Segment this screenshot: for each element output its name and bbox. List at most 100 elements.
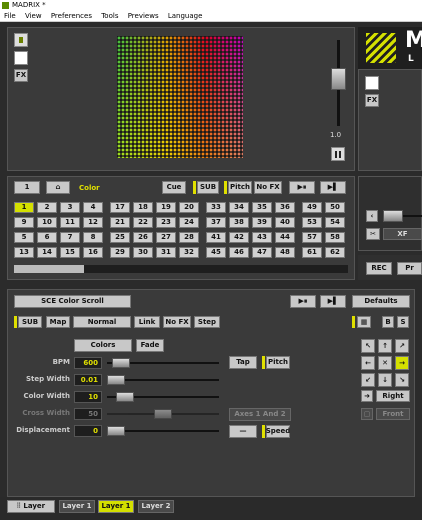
direction-up-right-icon[interactable]: ↗ — [395, 339, 409, 353]
storage-place-48[interactable]: 48 — [275, 247, 295, 258]
storage-place-22[interactable]: 22 — [133, 217, 153, 228]
defaults-button[interactable]: Defaults — [352, 295, 410, 308]
storage-place-16[interactable]: 16 — [83, 247, 103, 258]
storage-place-44[interactable]: 44 — [275, 232, 295, 243]
storage-place-40[interactable]: 40 — [275, 217, 295, 228]
storage-place-42[interactable]: 42 — [229, 232, 249, 243]
storage-place-12[interactable]: 12 — [83, 217, 103, 228]
pitch-button[interactable]: Pitch — [228, 181, 252, 194]
storage-place-53[interactable]: 53 — [302, 217, 322, 228]
storage-place-8[interactable]: 8 — [83, 232, 103, 243]
storage-place-62[interactable]: 62 — [325, 247, 345, 258]
storage-place-2[interactable]: 2 — [37, 202, 57, 213]
direction-down-right-icon[interactable]: ↘ — [395, 373, 409, 387]
storage-place-17[interactable]: 17 — [110, 202, 130, 213]
storage-place-39[interactable]: 39 — [252, 217, 272, 228]
storage-place-50[interactable]: 50 — [325, 202, 345, 213]
effect-play-icon[interactable]: ▶⏸ — [290, 295, 316, 308]
storage-place-45[interactable]: 45 — [206, 247, 226, 258]
storage-place-33[interactable]: 33 — [206, 202, 226, 213]
param-value-input[interactable]: 0.01 — [74, 374, 102, 386]
step-button[interactable]: Step — [194, 316, 220, 328]
crossfade-slider-knob[interactable] — [383, 210, 403, 222]
storage-place-6[interactable]: 6 — [37, 232, 57, 243]
param-slider[interactable] — [107, 375, 219, 385]
menu-language[interactable]: Language — [168, 12, 203, 20]
storage-place-13[interactable]: 13 — [14, 247, 34, 258]
storage-place-38[interactable]: 38 — [229, 217, 249, 228]
storage-place-23[interactable]: 23 — [156, 217, 176, 228]
front-button[interactable]: Front — [376, 408, 410, 420]
storage-place-11[interactable]: 11 — [60, 217, 80, 228]
storage-place-15[interactable]: 15 — [60, 247, 80, 258]
cue-button[interactable]: Cue — [162, 181, 186, 194]
layer-tab[interactable]: Layer 1 — [98, 500, 134, 513]
b-button[interactable]: B — [382, 316, 394, 328]
storage-place-19[interactable]: 19 — [156, 202, 176, 213]
storage-place-25[interactable]: 25 — [110, 232, 130, 243]
storage-place-30[interactable]: 30 — [133, 247, 153, 258]
param-slider[interactable] — [107, 358, 219, 368]
storage-place-46[interactable]: 46 — [229, 247, 249, 258]
sub-button[interactable]: SUB — [197, 181, 219, 194]
direction-right-button[interactable]: Right — [376, 390, 410, 402]
storage-place-24[interactable]: 24 — [179, 217, 199, 228]
master-fader-knob[interactable] — [331, 68, 346, 90]
right-direction-arrow-icon[interactable]: ➜ — [361, 390, 373, 402]
effect-name-button[interactable]: SCE Color Scroll — [14, 295, 131, 308]
storage-place-20[interactable]: 20 — [179, 202, 199, 213]
menu-tools[interactable]: Tools — [101, 12, 118, 20]
storage-place-27[interactable]: 27 — [156, 232, 176, 243]
param-pitch-button[interactable]: Pitch — [266, 356, 290, 369]
param-slider[interactable] — [107, 409, 219, 419]
fade-button[interactable]: Fade — [136, 339, 164, 352]
param-value-input[interactable]: 600 — [74, 357, 102, 369]
param-slider[interactable] — [107, 426, 219, 436]
preview-mode-icon[interactable] — [14, 33, 28, 47]
layer-settings-icon[interactable]: ⫶⫶ Layer — [7, 500, 55, 513]
home-icon[interactable]: ⌂ — [46, 181, 70, 194]
storage-place-57[interactable]: 57 — [302, 232, 322, 243]
stop-icon[interactable]: ▶▌ — [320, 181, 346, 194]
direction-down-left-icon[interactable]: ↙ — [361, 373, 375, 387]
storage-place-35[interactable]: 35 — [252, 202, 272, 213]
storage-place-47[interactable]: 47 — [252, 247, 272, 258]
storage-place-18[interactable]: 18 — [133, 202, 153, 213]
xf-button[interactable]: XF — [383, 228, 422, 240]
menu-preferences[interactable]: Preferences — [51, 12, 92, 20]
storage-place-34[interactable]: 34 — [229, 202, 249, 213]
storage-place-29[interactable]: 29 — [110, 247, 130, 258]
direction-left-icon[interactable]: ← — [361, 356, 375, 370]
param-value-input[interactable]: 50 — [74, 408, 102, 420]
storage-place-5[interactable]: 5 — [14, 232, 34, 243]
storage-place-61[interactable]: 61 — [302, 247, 322, 258]
param-value-input[interactable]: 0 — [74, 425, 102, 437]
direction-down-icon[interactable]: ↓ — [378, 373, 392, 387]
storage-place-37[interactable]: 37 — [206, 217, 226, 228]
pause-icon[interactable] — [331, 147, 345, 161]
direction-right-icon[interactable]: → — [395, 356, 409, 370]
fx-button[interactable]: FX — [14, 69, 28, 82]
effect-stop-icon[interactable]: ▶▌ — [320, 295, 346, 308]
storage-place-9[interactable]: 9 — [14, 217, 34, 228]
storage-place-41[interactable]: 41 — [206, 232, 226, 243]
nofx-button[interactable]: No FX — [254, 181, 282, 194]
param-slider[interactable] — [107, 392, 219, 402]
blend-mode-button[interactable]: Normal — [73, 316, 131, 328]
storage-place-32[interactable]: 32 — [179, 247, 199, 258]
storage-place-36[interactable]: 36 — [275, 202, 295, 213]
storage-place-43[interactable]: 43 — [252, 232, 272, 243]
colors-button[interactable]: Colors — [74, 339, 132, 352]
crossfade-mode-icon[interactable]: ✂ — [366, 228, 380, 240]
storage-place-4[interactable]: 4 — [83, 202, 103, 213]
right-fx-button[interactable]: FX — [365, 94, 379, 107]
link-button[interactable]: Link — [134, 316, 160, 328]
menu-view[interactable]: View — [25, 12, 42, 20]
s-button[interactable]: S — [397, 316, 409, 328]
pr-button[interactable]: Pr — [397, 262, 422, 275]
storage-place-21[interactable]: 21 — [110, 217, 130, 228]
dash-button[interactable]: — — [229, 425, 257, 438]
storage-place-14[interactable]: 14 — [37, 247, 57, 258]
rec-button[interactable]: REC — [366, 262, 392, 275]
right-color-swatch[interactable] — [365, 76, 379, 90]
